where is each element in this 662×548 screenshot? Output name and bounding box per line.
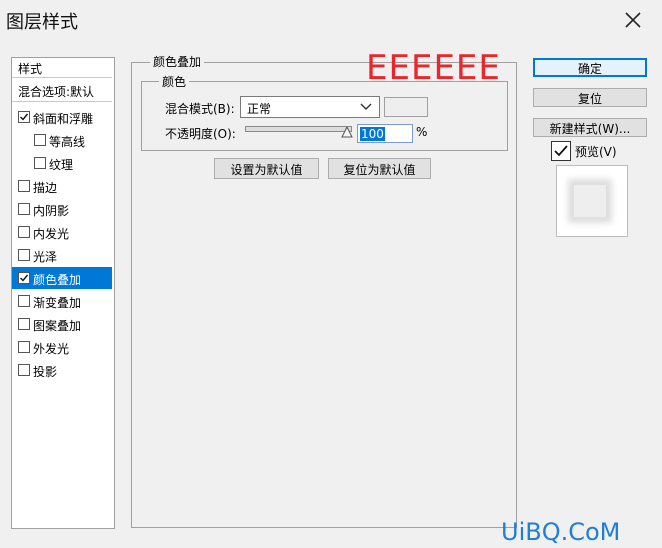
- style-checkbox[interactable]: [18, 226, 30, 238]
- style-checkbox[interactable]: [18, 249, 30, 261]
- style-item-label: 等高线: [49, 135, 86, 149]
- opacity-label: 不透明度(O):: [165, 127, 236, 141]
- style-item[interactable]: 颜色叠加: [12, 267, 112, 289]
- color-subgroup-title: 颜色: [159, 73, 190, 90]
- checkmark-icon: [20, 113, 29, 121]
- reset-default-label: 复位为默认值: [343, 163, 416, 177]
- style-item[interactable]: 等高线: [12, 129, 112, 151]
- close-icon: [625, 12, 641, 28]
- ok-button[interactable]: 确定: [533, 58, 647, 77]
- styles-header[interactable]: 样式: [12, 58, 112, 78]
- chevron-down-icon: [360, 103, 372, 110]
- color-overlay-title: 颜色叠加: [150, 53, 205, 70]
- set-default-button[interactable]: 设置为默认值: [214, 158, 319, 179]
- style-item[interactable]: 内发光: [12, 221, 112, 243]
- style-checkbox[interactable]: [18, 295, 30, 307]
- new-style-button[interactable]: 新建样式(W)...: [533, 118, 647, 137]
- style-item[interactable]: 描边: [12, 175, 112, 197]
- style-item[interactable]: 外发光: [12, 336, 112, 358]
- style-checkbox[interactable]: [34, 134, 46, 146]
- set-default-label: 设置为默认值: [230, 163, 303, 177]
- new-style-label: 新建样式(W)...: [549, 122, 631, 136]
- style-item-label: 光泽: [33, 250, 58, 264]
- opacity-value: 100: [360, 127, 385, 141]
- style-checkbox[interactable]: [18, 111, 30, 123]
- style-item[interactable]: 图案叠加: [12, 313, 112, 335]
- color-hex-annotation: EEEEEE: [366, 48, 501, 88]
- style-checkbox[interactable]: [18, 203, 30, 215]
- style-item[interactable]: 斜面和浮雕: [12, 106, 112, 128]
- style-item-label: 描边: [33, 181, 58, 195]
- style-checkbox[interactable]: [18, 364, 30, 376]
- style-item-label: 纹理: [49, 158, 74, 172]
- style-checkbox[interactable]: [18, 341, 30, 353]
- reset-label: 复位: [577, 92, 602, 106]
- style-item-label: 图案叠加: [33, 319, 82, 333]
- style-item-label: 投影: [33, 365, 58, 379]
- reset-button[interactable]: 复位: [533, 88, 647, 107]
- preview-label: 预览(V): [575, 145, 617, 159]
- window-title: 图层样式: [6, 12, 78, 33]
- style-item-label: 外发光: [33, 342, 70, 356]
- checkmark-icon: [554, 145, 568, 157]
- opacity-input[interactable]: 100: [357, 124, 413, 143]
- style-checkbox[interactable]: [18, 318, 30, 330]
- style-item[interactable]: 渐变叠加: [12, 290, 112, 312]
- styles-header-label: 样式: [18, 62, 43, 76]
- style-item[interactable]: 光泽: [12, 244, 112, 266]
- style-preview: [556, 165, 628, 237]
- blend-options-item[interactable]: 混合选项:默认: [12, 79, 112, 102]
- watermark: UiBQ.CoM: [501, 518, 621, 546]
- slider-thumb-icon: [341, 125, 353, 138]
- style-item[interactable]: 纹理: [12, 152, 112, 174]
- overlay-color-swatch[interactable]: [384, 97, 428, 117]
- ok-label: 确定: [577, 62, 602, 76]
- opacity-unit: %: [416, 125, 428, 139]
- blend-mode-value: 正常: [247, 102, 272, 116]
- style-item-label: 内发光: [33, 227, 70, 241]
- styles-list: 样式 混合选项:默认 斜面和浮雕等高线纹理描边内阴影内发光光泽颜色叠加渐变叠加图…: [11, 57, 115, 529]
- style-item[interactable]: 内阴影: [12, 198, 112, 220]
- blend-options-label: 混合选项:默认: [18, 85, 95, 99]
- style-checkbox[interactable]: [18, 180, 30, 192]
- blend-mode-select[interactable]: 正常: [240, 96, 380, 118]
- style-item-label: 渐变叠加: [33, 296, 82, 310]
- close-button[interactable]: [621, 8, 645, 32]
- preview-swatch: [573, 184, 607, 218]
- style-item[interactable]: 投影: [12, 359, 112, 381]
- style-item-label: 内阴影: [33, 204, 70, 218]
- reset-default-button[interactable]: 复位为默认值: [328, 158, 431, 179]
- preview-checkbox[interactable]: [551, 141, 571, 161]
- style-checkbox[interactable]: [34, 157, 46, 169]
- style-item-label: 斜面和浮雕: [33, 112, 94, 126]
- style-checkbox[interactable]: [18, 272, 30, 284]
- blend-mode-label: 混合模式(B):: [165, 102, 235, 116]
- opacity-slider-thumb[interactable]: [341, 125, 353, 138]
- checkmark-icon: [20, 274, 29, 282]
- style-item-label: 颜色叠加: [33, 273, 82, 287]
- opacity-slider-track[interactable]: [245, 126, 352, 132]
